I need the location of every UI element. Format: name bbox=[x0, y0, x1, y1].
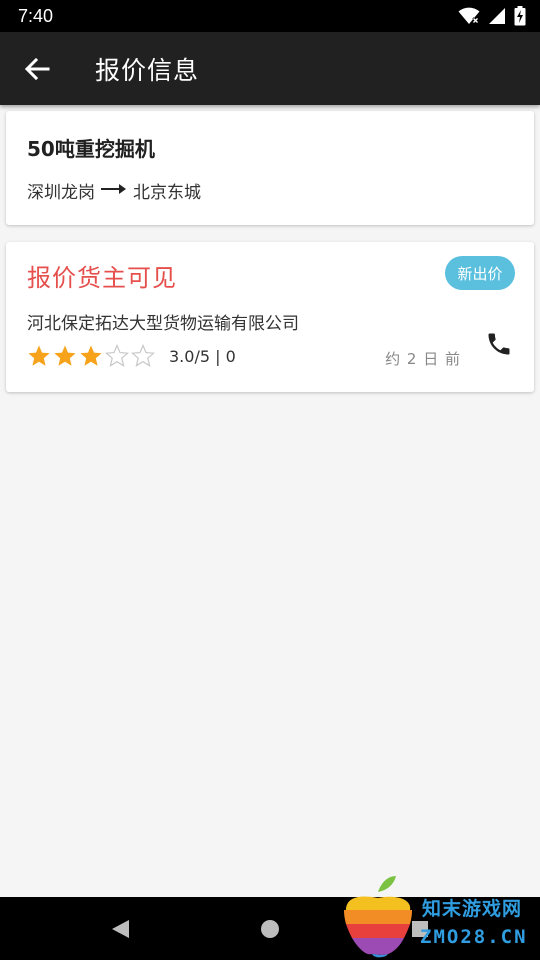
route-destination: 北京东城 bbox=[133, 183, 201, 203]
star-filled-icon bbox=[28, 345, 50, 366]
route-origin: 深圳龙岗 bbox=[27, 183, 95, 203]
goods-name: 50吨重挖掘机 bbox=[27, 137, 155, 161]
nav-home-button[interactable] bbox=[258, 917, 282, 941]
quote-title: 报价货主可见 bbox=[27, 264, 177, 292]
star-empty-icon bbox=[105, 344, 129, 367]
status-bar: 7:40 bbox=[0, 0, 540, 32]
apple-logo-icon bbox=[344, 876, 412, 958]
time-ago: 约 2 日 前 bbox=[385, 350, 461, 368]
page-title: 报价信息 bbox=[95, 55, 200, 85]
arrow-right-icon bbox=[101, 181, 127, 201]
watermark-line2: ZMO28.CN bbox=[420, 926, 528, 948]
status-icons bbox=[458, 6, 526, 26]
phone-icon bbox=[488, 333, 510, 355]
wifi-icon bbox=[458, 7, 480, 25]
star-filled-icon bbox=[54, 345, 76, 366]
signal-icon bbox=[488, 7, 506, 25]
star-filled-icon bbox=[80, 345, 102, 366]
nav-back-button[interactable] bbox=[108, 917, 132, 941]
quote-card[interactable]: 报价货主可见 新出价 河北保定拓达大型货物运输有限公司 3.0/5 | 0 约 … bbox=[6, 242, 534, 392]
company-name: 河北保定拓达大型货物运输有限公司 bbox=[27, 314, 299, 334]
new-quote-badge: 新出价 bbox=[445, 256, 515, 290]
call-button[interactable] bbox=[484, 329, 514, 359]
star-rating bbox=[27, 344, 155, 368]
rating-text: 3.0/5 | 0 bbox=[169, 346, 236, 366]
nav-back-icon bbox=[112, 920, 129, 938]
arrow-left-icon bbox=[24, 57, 50, 80]
back-button[interactable] bbox=[0, 32, 74, 105]
app-bar: 报价信息 bbox=[0, 32, 540, 105]
star-empty-icon bbox=[131, 344, 155, 367]
battery-icon bbox=[514, 6, 526, 26]
status-time: 7:40 bbox=[18, 5, 54, 26]
watermark: 知末游戏网 ZMO28.CN bbox=[338, 870, 538, 960]
nav-home-icon bbox=[261, 920, 279, 938]
watermark-line1: 知末游戏网 bbox=[422, 899, 523, 920]
route: 深圳龙岗 北京东城 bbox=[27, 178, 534, 203]
rating-row: 3.0/5 | 0 bbox=[27, 344, 236, 368]
goods-card: 50吨重挖掘机 深圳龙岗 北京东城 bbox=[6, 111, 534, 225]
